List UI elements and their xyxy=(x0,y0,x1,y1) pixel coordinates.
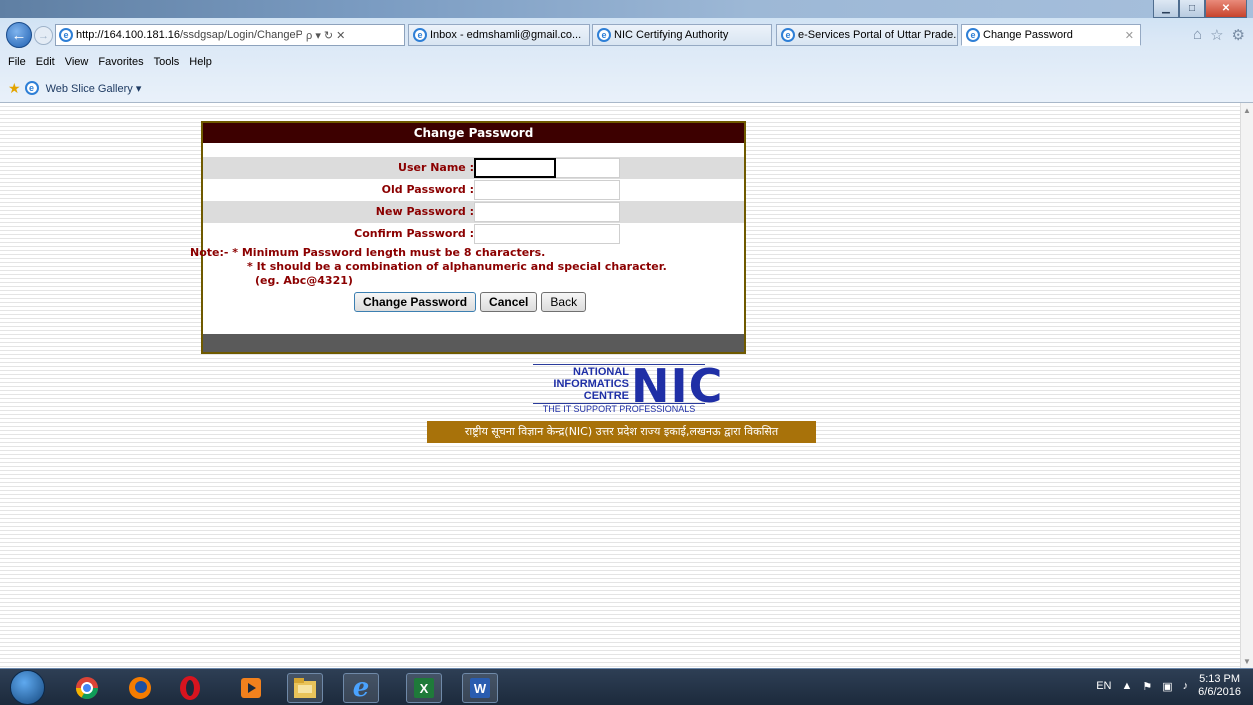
menu-help[interactable]: Help xyxy=(189,56,212,74)
new-password-row: New Password : xyxy=(203,201,744,223)
tab-ie-icon: e xyxy=(597,28,611,42)
start-button[interactable] xyxy=(10,670,45,705)
confirm-password-input[interactable] xyxy=(474,224,620,244)
internet-explorer-taskbar-icon[interactable]: e xyxy=(343,673,379,703)
menu-view[interactable]: View xyxy=(65,56,89,74)
page-ie-icon: e xyxy=(59,28,73,42)
favorites-bar: ★ e Web Slice Gallery ▾ xyxy=(0,78,141,98)
nic-line-informatics: INFORMATICS xyxy=(553,378,629,390)
window-titlebar: ▁ □ ✕ xyxy=(0,0,1253,18)
clock-date: 6/6/2016 xyxy=(1198,686,1241,698)
clock-time: 5:13 PM xyxy=(1199,673,1241,685)
change-password-panel: Change Password User Name : Old Password… xyxy=(190,121,746,354)
nic-wordmark: NIC xyxy=(631,359,724,413)
developer-credit-strip: राष्ट्रीय सूचना विज्ञान केन्द्र(NIC) उत्… xyxy=(427,421,816,443)
window-controls: ▁ □ ✕ xyxy=(1153,0,1247,18)
nic-line-centre: CENTRE xyxy=(583,390,629,402)
browser-toolbar-icons: ⌂ ☆ ⚙ xyxy=(1193,26,1245,44)
tab-ie-icon: e xyxy=(966,28,980,42)
minimize-button[interactable]: ▁ xyxy=(1153,0,1179,18)
address-actions[interactable]: ρ ▾ ↻ ✕ xyxy=(306,29,345,42)
maximize-button[interactable]: □ xyxy=(1179,0,1205,18)
excel-taskbar-icon[interactable]: X xyxy=(406,673,442,703)
web-slice-gallery-link[interactable]: Web Slice Gallery ▾ xyxy=(46,82,142,95)
password-note-line2: * It should be a combination of alphanum… xyxy=(247,260,667,273)
menu-tools[interactable]: Tools xyxy=(154,56,180,74)
navigation-row: ← → e http://164.100.181.16/ssdgsap/Logi… xyxy=(0,20,1253,48)
close-tab-icon[interactable]: ✕ xyxy=(1125,29,1134,42)
confirm-password-row: Confirm Password : xyxy=(203,223,744,245)
gear-icon[interactable]: ⚙ xyxy=(1232,26,1245,44)
new-password-label: New Password : xyxy=(375,205,474,218)
system-tray: EN ▲ ⚑ ▣ ♪ 5:13 PM 6/6/2016 xyxy=(1096,673,1241,699)
nic-tagline: THE IT SUPPORT PROFESSIONALS xyxy=(542,404,696,414)
close-window-button[interactable]: ✕ xyxy=(1205,0,1247,18)
vertical-scrollbar[interactable]: ▲ ▼ xyxy=(1240,103,1253,669)
old-password-input[interactable] xyxy=(474,180,620,200)
back-button[interactable]: Back xyxy=(541,292,587,312)
word-taskbar-icon[interactable]: W xyxy=(462,673,498,703)
opera-taskbar-icon[interactable] xyxy=(175,673,205,703)
scroll-down-icon[interactable]: ▼ xyxy=(1243,657,1251,666)
tab-eservices[interactable]: e e-Services Portal of Uttar Prade... xyxy=(776,24,958,46)
user-name-input-extension xyxy=(556,158,620,178)
svg-text:X: X xyxy=(420,681,429,696)
tab-ie-icon: e xyxy=(781,28,795,42)
cancel-button[interactable]: Cancel xyxy=(480,292,538,312)
tab-inbox[interactable]: e Inbox - edmshamli@gmail.co... xyxy=(408,24,590,46)
panel-title: Change Password xyxy=(203,123,744,143)
web-slice-icon: e xyxy=(24,81,39,95)
nic-line-national: NATIONAL xyxy=(572,366,629,378)
windows-taskbar: e X W EN ▲ ⚑ ▣ ♪ 5:13 PM 6/6/2016 xyxy=(0,668,1253,705)
change-password-button[interactable]: Change Password xyxy=(354,292,477,312)
volume-icon[interactable]: ♪ xyxy=(1183,680,1189,692)
user-name-row: User Name : xyxy=(203,157,744,179)
firefox-taskbar-icon[interactable] xyxy=(125,673,155,703)
file-explorer-taskbar-icon[interactable] xyxy=(287,673,323,703)
browser-chrome: ▁ □ ✕ ← → e http://164.100.181.16/ssdgsa… xyxy=(0,0,1253,102)
page-content: Change Password User Name : Old Password… xyxy=(0,102,1253,669)
forward-button[interactable]: → xyxy=(34,26,53,45)
panel-footer-bar xyxy=(203,334,744,352)
menu-edit[interactable]: Edit xyxy=(36,56,55,74)
menu-bar: File Edit View Favorites Tools Help xyxy=(0,56,212,74)
back-button[interactable]: ← xyxy=(6,22,32,48)
network-icon[interactable]: ▣ xyxy=(1162,680,1172,693)
address-url[interactable]: http://164.100.181.16/ssdgsap/Login/Chan… xyxy=(76,29,302,41)
password-note-example: (eg. Abc@4321) xyxy=(255,274,353,287)
favorites-star-icon[interactable]: ★ xyxy=(8,80,21,97)
menu-file[interactable]: File xyxy=(8,56,26,74)
home-icon[interactable]: ⌂ xyxy=(1193,26,1202,44)
tab-ie-icon: e xyxy=(413,28,427,42)
password-note-line1: Note:- * Minimum Password length must be… xyxy=(190,246,546,259)
svg-text:W: W xyxy=(474,681,487,696)
old-password-row: Old Password : xyxy=(203,179,744,201)
address-bar[interactable]: e http://164.100.181.16/ssdgsap/Login/Ch… xyxy=(55,24,405,46)
tab-nic-ca[interactable]: e NIC Certifying Authority xyxy=(592,24,772,46)
chrome-taskbar-icon[interactable] xyxy=(72,673,102,703)
scroll-up-icon[interactable]: ▲ xyxy=(1243,106,1251,115)
form-buttons: Change Password Cancel Back xyxy=(354,292,587,312)
confirm-password-label: Confirm Password : xyxy=(354,227,474,240)
action-center-flag-icon[interactable]: ⚑ xyxy=(1142,680,1152,693)
nic-logo: NATIONAL INFORMATICS CENTRE NIC THE IT S… xyxy=(533,363,722,416)
media-player-taskbar-icon[interactable] xyxy=(236,673,266,703)
favorites-star-icon[interactable]: ☆ xyxy=(1210,26,1223,44)
tab-change-password[interactable]: e Change Password ✕ xyxy=(961,24,1141,46)
show-hidden-icons[interactable]: ▲ xyxy=(1122,680,1133,692)
user-name-label: User Name : xyxy=(398,161,474,174)
language-indicator[interactable]: EN xyxy=(1096,680,1111,692)
user-name-input[interactable] xyxy=(474,158,556,178)
menu-favorites[interactable]: Favorites xyxy=(98,56,143,74)
system-clock[interactable]: 5:13 PM 6/6/2016 xyxy=(1198,673,1241,699)
old-password-label: Old Password : xyxy=(381,183,474,196)
new-password-input[interactable] xyxy=(474,202,620,222)
